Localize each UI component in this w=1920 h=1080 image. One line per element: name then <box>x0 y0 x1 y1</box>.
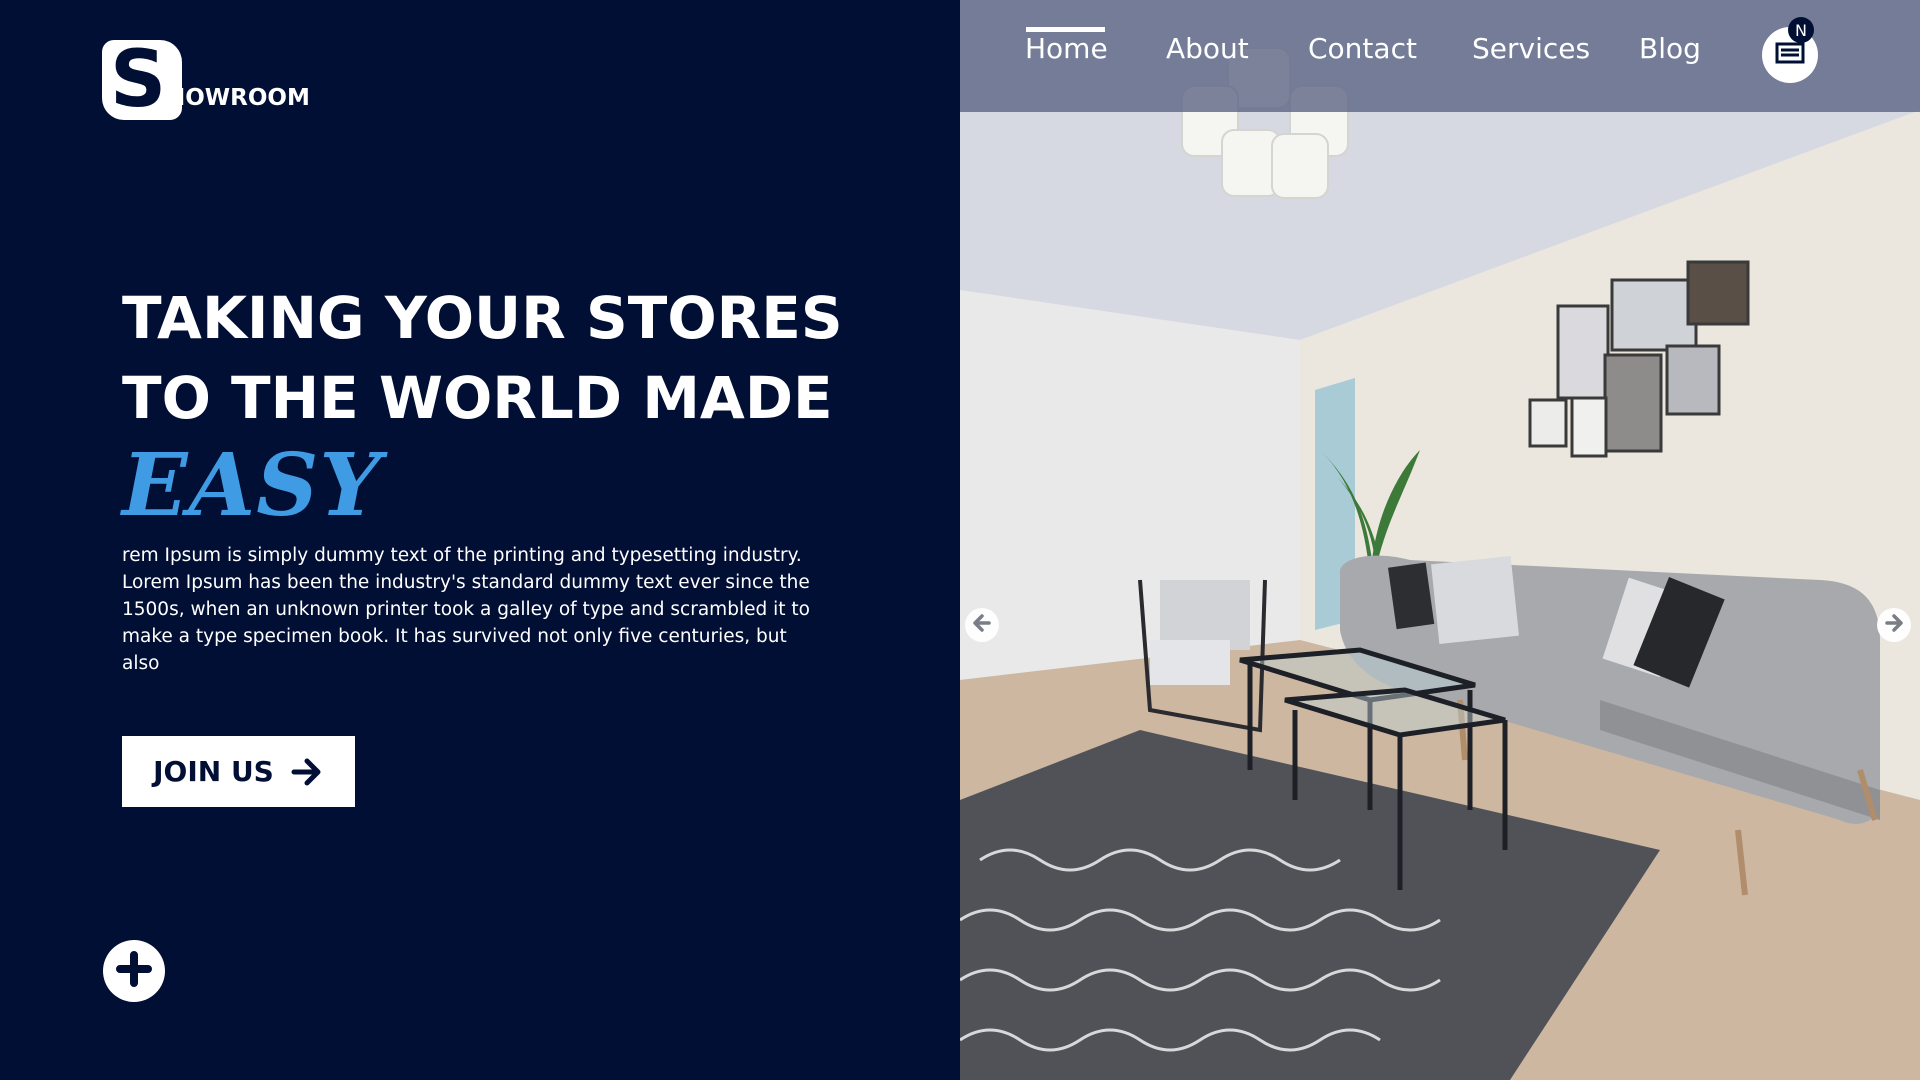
logo-letter: S <box>110 35 167 125</box>
nav-blog[interactable]: Blog <box>1639 32 1701 65</box>
headline-line-2: TO THE WORLD MADE <box>122 364 833 432</box>
nav-about[interactable]: About <box>1166 32 1249 65</box>
prev-slide-button[interactable] <box>965 608 999 642</box>
plus-icon <box>114 949 154 993</box>
cart-badge: N <box>1788 17 1814 43</box>
headline-highlight: EASY <box>122 435 382 536</box>
cart-icon <box>1775 41 1805 69</box>
add-button[interactable] <box>103 940 165 1002</box>
hero-image-panel: Home About Contact Services Blog N <box>960 0 1920 1080</box>
hero-description: rem Ipsum is simply dummy text of the pr… <box>122 545 810 674</box>
nav-contact[interactable]: Contact <box>1308 32 1417 65</box>
join-us-label: JOIN US <box>153 755 274 788</box>
next-slide-button[interactable] <box>1877 608 1911 642</box>
headline-line-1: TAKING YOUR STORES <box>122 284 843 352</box>
arrow-left-icon <box>971 612 993 638</box>
logo-text: HOWROOM <box>166 85 310 111</box>
nav-home[interactable]: Home <box>1025 32 1108 65</box>
nav-services[interactable]: Services <box>1472 32 1590 65</box>
logo[interactable]: S HOWROOM <box>102 36 312 124</box>
arrow-right-icon <box>290 755 324 789</box>
join-us-button[interactable]: JOIN US <box>122 736 355 807</box>
arrow-right-icon <box>1883 612 1905 638</box>
hero-headline: TAKING YOUR STORES TO THE WORLD MADE <box>122 278 843 438</box>
hero-left-panel: S HOWROOM TAKING YOUR STORES TO THE WORL… <box>0 0 960 1080</box>
living-room-photo <box>960 0 1920 1080</box>
